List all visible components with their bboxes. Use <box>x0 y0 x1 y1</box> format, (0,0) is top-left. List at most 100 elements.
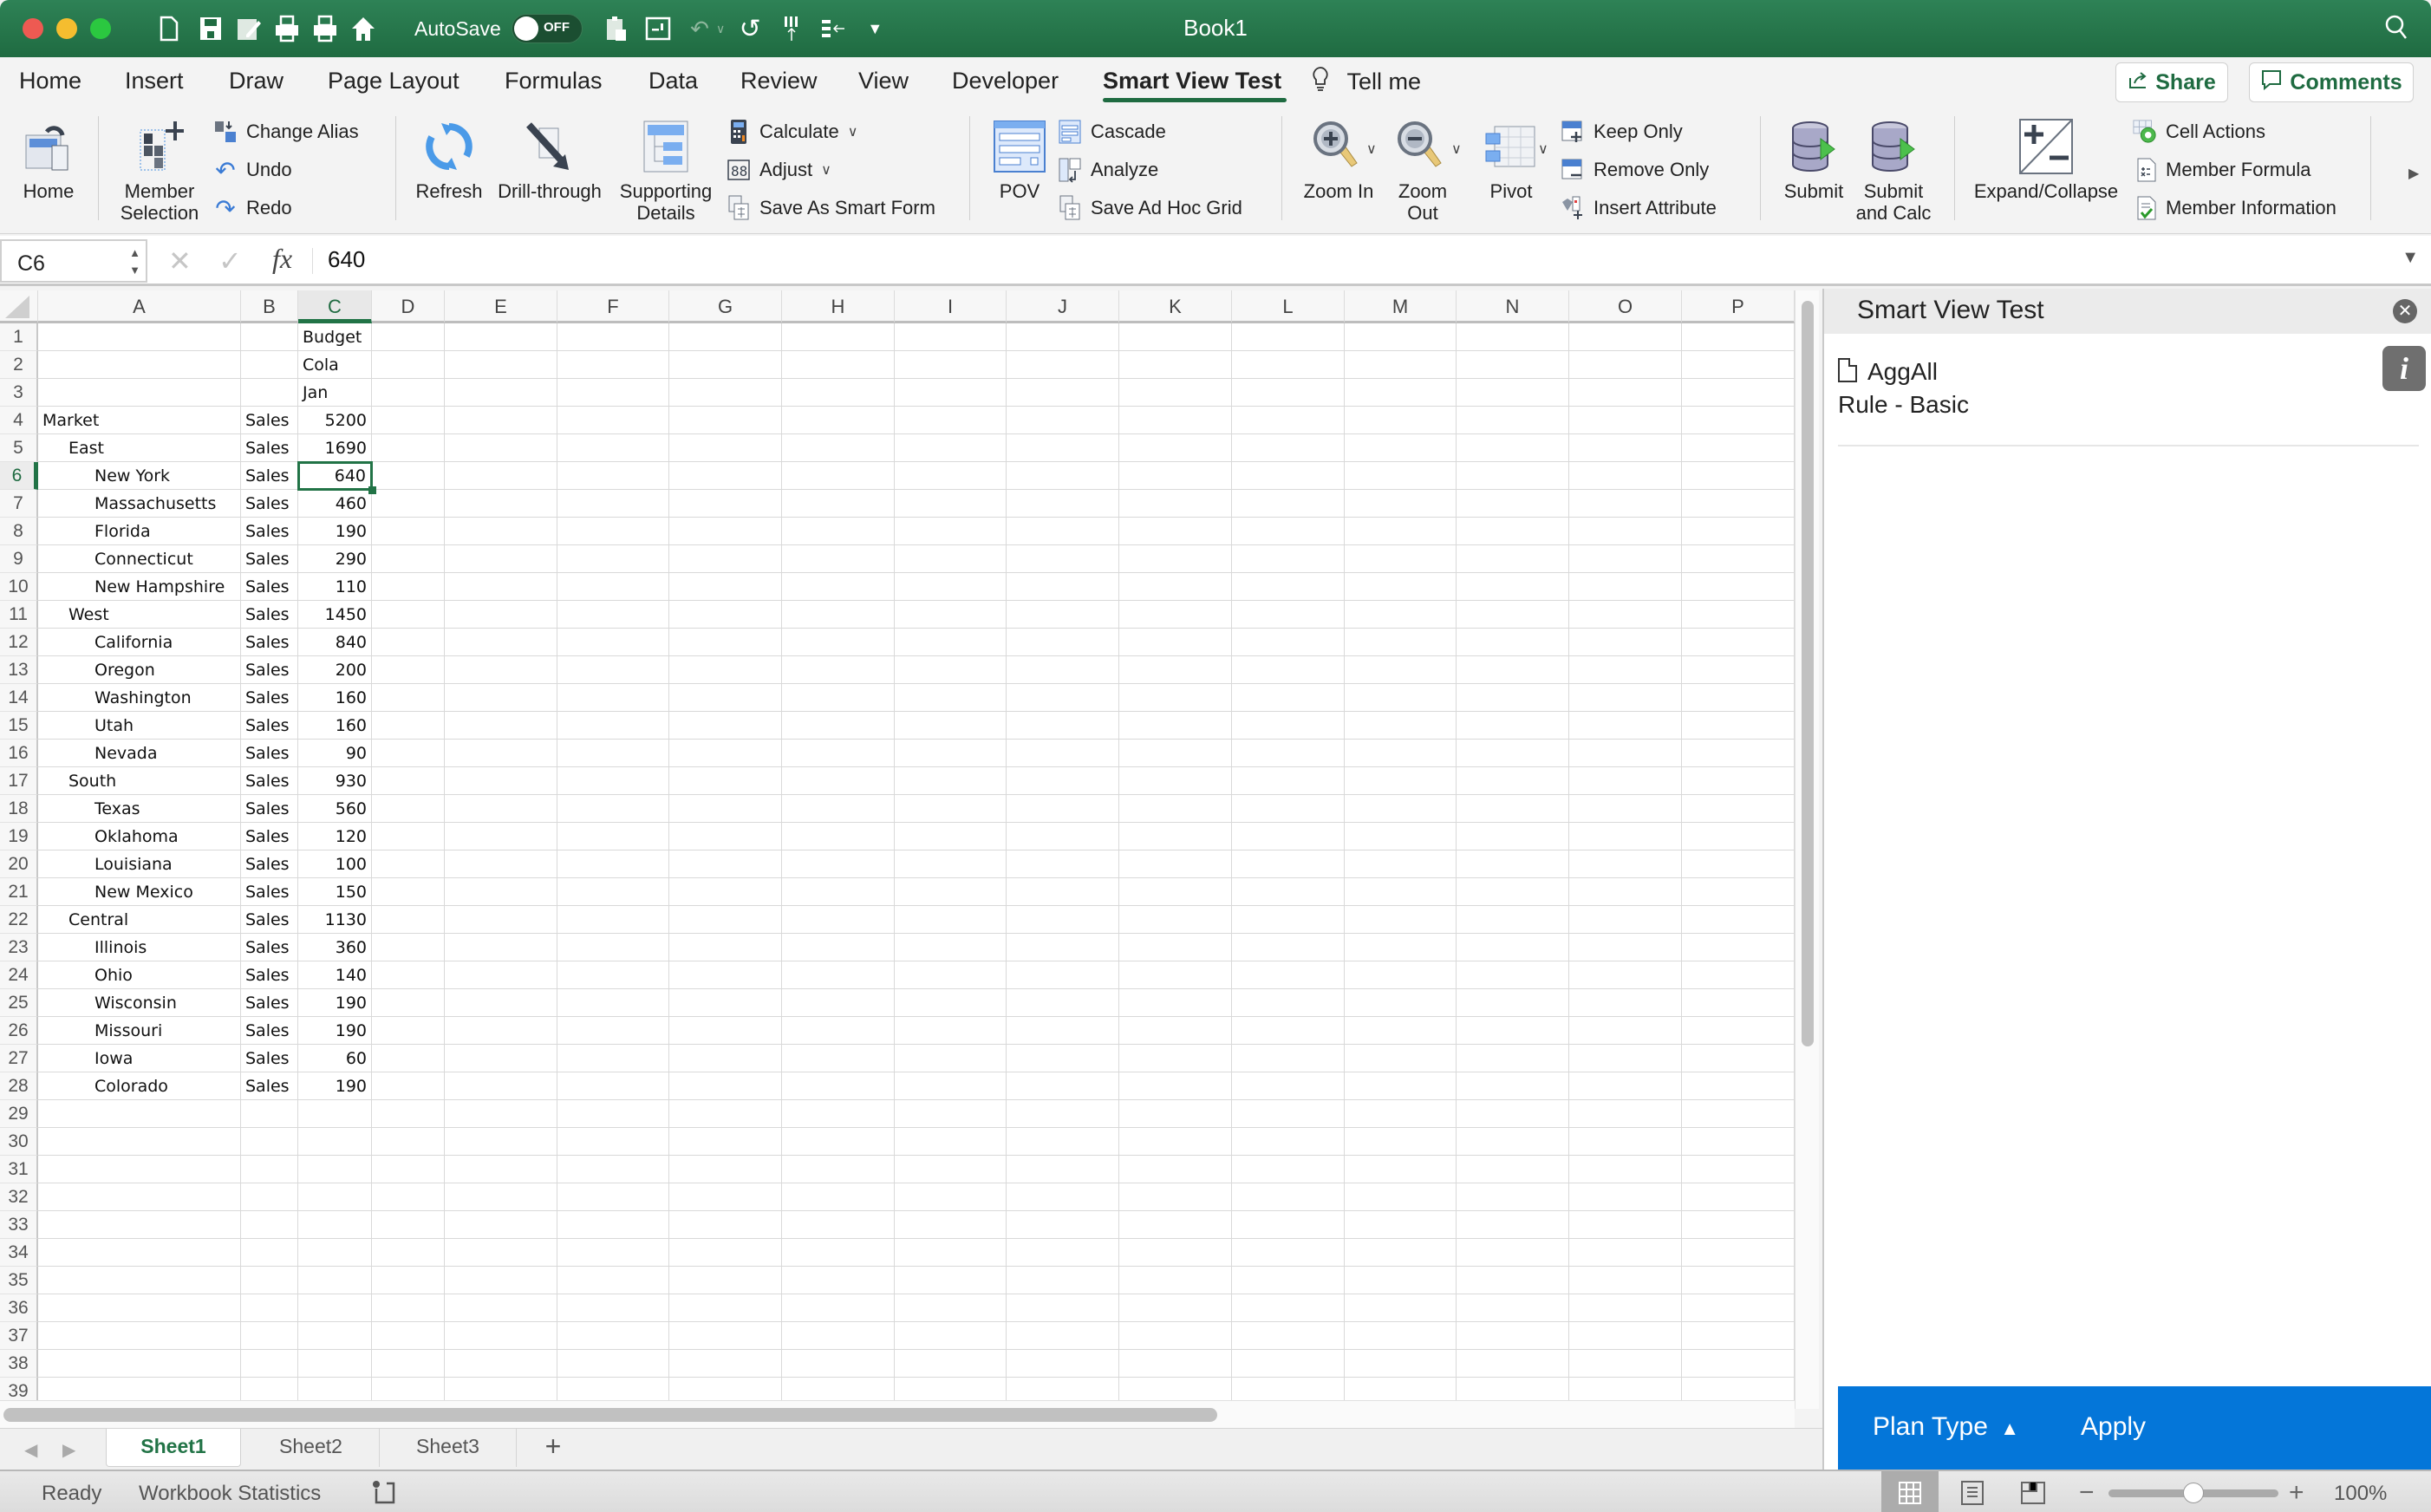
cell-k32[interactable] <box>1119 1183 1232 1211</box>
cell-e26[interactable] <box>445 1017 557 1045</box>
cell-n8[interactable] <box>1457 518 1569 545</box>
cell-h38[interactable] <box>782 1350 895 1378</box>
cell-p2[interactable] <box>1682 351 1795 379</box>
vertical-scroll-thumb[interactable] <box>1802 301 1814 1046</box>
sheet-tab-sheet3[interactable]: Sheet3 <box>380 1429 517 1467</box>
cell-a21[interactable]: New Mexico <box>38 878 241 906</box>
tab-developer[interactable]: Developer <box>952 68 1059 94</box>
cell-l36[interactable] <box>1232 1294 1345 1322</box>
cell-a16[interactable]: Nevada <box>38 740 241 767</box>
cell-d13[interactable] <box>372 656 445 684</box>
column-header-p[interactable]: P <box>1682 290 1795 323</box>
analyze-button[interactable]: Analyze <box>1058 158 1158 183</box>
cell-i23[interactable] <box>895 934 1007 961</box>
cell-h20[interactable] <box>782 850 895 878</box>
column-header-d[interactable]: D <box>372 290 445 323</box>
cell-l30[interactable] <box>1232 1128 1345 1156</box>
cell-c20[interactable]: 100 <box>298 850 372 878</box>
comments-button[interactable]: Comments <box>2249 62 2414 102</box>
cell-m39[interactable] <box>1345 1378 1457 1400</box>
cell-c31[interactable] <box>298 1156 372 1183</box>
cell-p30[interactable] <box>1682 1128 1795 1156</box>
cell-h16[interactable] <box>782 740 895 767</box>
cell-a20[interactable]: Louisiana <box>38 850 241 878</box>
cell-e19[interactable] <box>445 823 557 850</box>
cell-l18[interactable] <box>1232 795 1345 823</box>
cell-n37[interactable] <box>1457 1322 1569 1350</box>
cell-g26[interactable] <box>669 1017 782 1045</box>
cell-j20[interactable] <box>1007 850 1119 878</box>
cell-j13[interactable] <box>1007 656 1119 684</box>
cell-c14[interactable]: 160 <box>298 684 372 712</box>
cell-o17[interactable] <box>1569 767 1682 795</box>
zoom-out-button[interactable]: Zoom Out <box>1385 118 1460 224</box>
cell-i19[interactable] <box>895 823 1007 850</box>
cell-f12[interactable] <box>557 629 669 656</box>
cell-p9[interactable] <box>1682 545 1795 573</box>
cell-p38[interactable] <box>1682 1350 1795 1378</box>
cell-o23[interactable] <box>1569 934 1682 961</box>
cell-g21[interactable] <box>669 878 782 906</box>
cell-i15[interactable] <box>895 712 1007 740</box>
row-header-21[interactable]: 21 <box>0 878 38 906</box>
cell-n14[interactable] <box>1457 684 1569 712</box>
cell-g14[interactable] <box>669 684 782 712</box>
cell-h32[interactable] <box>782 1183 895 1211</box>
insert-attribute-button[interactable]: Insert Attribute <box>1561 196 1717 220</box>
cell-g37[interactable] <box>669 1322 782 1350</box>
cell-e14[interactable] <box>445 684 557 712</box>
home-button[interactable]: Home <box>16 118 81 202</box>
cell-k25[interactable] <box>1119 989 1232 1017</box>
cell-c35[interactable] <box>298 1267 372 1294</box>
plan-type-button[interactable]: Plan Type ▲ <box>1873 1412 2019 1442</box>
cell-b10[interactable]: Sales <box>241 573 298 601</box>
cell-j17[interactable] <box>1007 767 1119 795</box>
cell-k18[interactable] <box>1119 795 1232 823</box>
submit-button[interactable]: Submit <box>1776 118 1852 202</box>
cell-f27[interactable] <box>557 1045 669 1072</box>
column-header-o[interactable]: O <box>1569 290 1682 323</box>
cell-p25[interactable] <box>1682 989 1795 1017</box>
row-header-9[interactable]: 9 <box>0 545 38 573</box>
cell-g17[interactable] <box>669 767 782 795</box>
cell-e28[interactable] <box>445 1072 557 1100</box>
cell-m33[interactable] <box>1345 1211 1457 1239</box>
vertical-scrollbar[interactable] <box>1795 290 1819 1409</box>
cell-j35[interactable] <box>1007 1267 1119 1294</box>
cell-n36[interactable] <box>1457 1294 1569 1322</box>
cell-b11[interactable]: Sales <box>241 601 298 629</box>
cell-b5[interactable]: Sales <box>241 434 298 462</box>
cell-f7[interactable] <box>557 490 669 518</box>
cell-k30[interactable] <box>1119 1128 1232 1156</box>
cell-p6[interactable] <box>1682 462 1795 490</box>
cell-p13[interactable] <box>1682 656 1795 684</box>
column-header-a[interactable]: A <box>38 290 241 323</box>
cell-e30[interactable] <box>445 1128 557 1156</box>
cell-c19[interactable]: 120 <box>298 823 372 850</box>
cell-j10[interactable] <box>1007 573 1119 601</box>
cell-o30[interactable] <box>1569 1128 1682 1156</box>
cell-i34[interactable] <box>895 1239 1007 1267</box>
cell-o13[interactable] <box>1569 656 1682 684</box>
cell-e21[interactable] <box>445 878 557 906</box>
cell-h22[interactable] <box>782 906 895 934</box>
cell-b16[interactable]: Sales <box>241 740 298 767</box>
cell-f19[interactable] <box>557 823 669 850</box>
cell-p32[interactable] <box>1682 1183 1795 1211</box>
cell-k36[interactable] <box>1119 1294 1232 1322</box>
cell-h35[interactable] <box>782 1267 895 1294</box>
cell-p17[interactable] <box>1682 767 1795 795</box>
row-header-32[interactable]: 32 <box>0 1183 38 1211</box>
row-header-35[interactable]: 35 <box>0 1267 38 1294</box>
cell-d23[interactable] <box>372 934 445 961</box>
cell-j26[interactable] <box>1007 1017 1119 1045</box>
cell-e2[interactable] <box>445 351 557 379</box>
member-formula-button[interactable]: Member Formula <box>2133 158 2310 182</box>
cell-b34[interactable] <box>241 1239 298 1267</box>
cell-j32[interactable] <box>1007 1183 1119 1211</box>
cell-a37[interactable] <box>38 1322 241 1350</box>
cell-d35[interactable] <box>372 1267 445 1294</box>
cell-n24[interactable] <box>1457 961 1569 989</box>
zoom-out-status-button[interactable]: − <box>2079 1478 2095 1508</box>
save-ad-hoc-grid-button[interactable]: Save Ad Hoc Grid <box>1058 195 1242 220</box>
